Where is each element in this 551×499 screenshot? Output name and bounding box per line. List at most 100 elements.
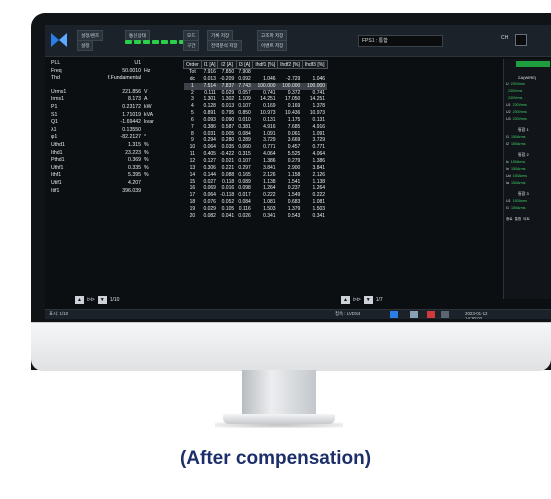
measurement-unit: ° xyxy=(144,134,147,141)
range-label: I2 xyxy=(506,142,509,146)
table-row[interactable]: 6 0.093 0.090 0.010 0.131 1.175 0.131 xyxy=(184,117,328,124)
table-cell: 0.891 xyxy=(203,110,216,117)
table-row[interactable]: 3 1.301 1.302 1.109 14.251 17.050 14.251 xyxy=(184,96,328,103)
range-label: U2 xyxy=(506,110,511,114)
right-section-1: 통합 1 xyxy=(518,127,529,132)
table-cell: 14.251 xyxy=(309,96,326,103)
table-cell: 7.514 xyxy=(201,82,218,90)
right-button-3[interactable]: 비트 xyxy=(523,217,530,222)
range-value: 150Arms xyxy=(512,199,527,203)
page-up-button[interactable]: ▲ xyxy=(75,296,84,304)
measurement-unit: V xyxy=(144,88,148,95)
table-cell: 0.306 xyxy=(203,164,216,171)
range-row: Ia 150Arms xyxy=(504,180,551,187)
table-row[interactable]: dc 0.013 -0.209 0.092 1.046 -2.729 1.046 xyxy=(184,76,328,83)
table-cell: 4.916 xyxy=(312,123,326,130)
usb-icon xyxy=(410,311,418,318)
table-cell: 0.386 xyxy=(203,123,216,130)
table-cell: 0.035 xyxy=(221,144,235,151)
table-row[interactable]: 1 7.514 7.837 7.743 100.000 100.000 100.000 xyxy=(183,82,328,90)
table-row[interactable]: 4 0.128 0.013 0.107 0.169 0.169 1.378 xyxy=(184,103,328,110)
ch-checkbox[interactable] xyxy=(515,34,527,46)
tool-button-2[interactable]: 설정 xyxy=(77,40,94,52)
table-row[interactable]: 20 0.082 0.041 0.026 0.341 0.543 0.341 xyxy=(184,213,328,220)
right-button-1[interactable]: 종료 xyxy=(506,217,513,222)
column-header[interactable]: Ihdf1 [%] xyxy=(252,60,279,69)
table-cell: 0.041 xyxy=(221,212,235,219)
table-cell: 1 xyxy=(183,82,202,90)
table-cell: 1.503 xyxy=(263,205,276,212)
table-cell: 10.973 xyxy=(260,110,276,117)
table-cell: 0.064 xyxy=(203,192,216,199)
interval-button[interactable]: 구간 xyxy=(183,40,200,52)
table-cell: 0.127 xyxy=(203,157,216,164)
table-row[interactable]: 10 0.064 0.035 0.060 0.771 0.457 0.771 xyxy=(184,144,328,151)
table-row[interactable]: 19 0.029 0.105 0.116 1.503 1.379 1.503 xyxy=(184,206,328,213)
measurement-unit: kVA xyxy=(144,111,154,118)
table-cell: 1.158 xyxy=(287,171,301,178)
measurement-label: Utif1 xyxy=(51,179,62,186)
range-value: 230Vrms xyxy=(512,110,527,114)
column-header[interactable]: I3 [A] xyxy=(235,60,254,69)
table-row[interactable]: 14 0.144 0.088 0.165 2.126 1.158 2.126 xyxy=(184,172,328,179)
range-label: U xyxy=(506,82,509,86)
table-page-up-button[interactable]: ▲ xyxy=(341,296,350,304)
fps-select[interactable]: FPS1 : 통합 xyxy=(358,35,443,47)
table-cell: 1.138 xyxy=(263,178,276,185)
table-cell: 17.050 xyxy=(285,96,301,103)
table-row[interactable]: 5 0.891 0.795 0.850 10.973 10.436 10.973 xyxy=(184,110,328,117)
event-save-button[interactable]: 이벤트 저장 xyxy=(257,40,288,52)
column-header[interactable]: Order xyxy=(183,60,202,69)
table-row[interactable]: 12 0.127 0.021 0.107 1.386 0.279 1.386 xyxy=(184,158,328,165)
right-button-2[interactable]: 통합 xyxy=(515,217,522,222)
table-cell: 0.089 xyxy=(238,178,251,185)
table-cell: 0.341 xyxy=(312,212,326,219)
measurement-value: f.Fundamental xyxy=(107,75,141,82)
page-down-button[interactable]: ▼ xyxy=(97,296,107,304)
column-header[interactable]: I2 [A] xyxy=(217,60,237,69)
table-row[interactable]: Tot 7.916 7.850 7.908 xyxy=(184,69,328,76)
table-cell: 0.084 xyxy=(238,130,251,137)
measurement-unit: % xyxy=(144,149,149,156)
column-header[interactable]: Ihdf3 [%] xyxy=(301,60,328,69)
column-header[interactable]: Ihdf2 [%] xyxy=(277,60,303,69)
table-cell: 0.017 xyxy=(238,192,251,199)
table-cell: 0.587 xyxy=(221,123,235,130)
table-cell: 9 xyxy=(191,137,194,144)
table-row[interactable]: 15 0.027 0.118 0.089 1.138 1.541 1.138 xyxy=(184,179,328,186)
table-cell: 19 xyxy=(189,205,196,212)
table-row[interactable]: 9 0.294 0.280 0.289 3.729 3.669 3.729 xyxy=(184,137,328,144)
column-header[interactable]: I1 [A] xyxy=(200,60,219,69)
table-cell: 0.027 xyxy=(203,178,216,185)
table-row[interactable]: 7 0.386 0.587 0.381 4.916 7.685 4.916 xyxy=(184,124,328,131)
measurement-row: S1 1.71019 kVA xyxy=(51,112,179,120)
table-row[interactable]: 11 0.405 -0.422 0.315 4.064 5.525 4.064 xyxy=(184,151,328,158)
measurement-label: S1 xyxy=(51,111,58,118)
measurement-label: λ1 xyxy=(51,126,57,133)
table-cell: Tot xyxy=(189,69,196,75)
table-row[interactable]: 17 0.064 -0.118 0.017 0.222 1.549 0.222 xyxy=(184,192,328,199)
measurement-row: Freq 50.0010 Hz xyxy=(51,68,179,76)
range-label: In xyxy=(506,167,509,171)
table-row[interactable]: 18 0.076 0.052 0.084 1.081 0.683 1.081 xyxy=(184,199,328,206)
measurement-label: Ithd1 xyxy=(51,149,63,156)
power-save-button[interactable]: 전력분석 저장 xyxy=(207,40,242,52)
table-cell: 0.294 xyxy=(203,137,216,144)
table-page-down-button[interactable]: ▼ xyxy=(363,296,373,304)
measurement-row: Thd f.Fundamental xyxy=(51,75,179,83)
table-cell: 0.111 xyxy=(204,89,216,96)
table-cell: 15 xyxy=(189,178,196,185)
status-bar: 표시: 1/10 접속 : LVDS4 2023-01-12 14:30:02 xyxy=(45,309,551,319)
table-row[interactable]: 2 0.111 0.029 0.057 0.741 0.372 0.741 xyxy=(184,90,328,97)
table-row[interactable]: 13 0.306 0.221 0.297 3.841 2.900 3.841 xyxy=(184,165,328,172)
table-cell: 13 xyxy=(189,164,196,171)
table-cell: 0.315 xyxy=(238,151,251,158)
table-cell: 0.076 xyxy=(203,199,216,206)
table-row[interactable]: 8 0.031 0.005 0.084 1.091 0.061 1.091 xyxy=(184,131,328,138)
table-cell: 0.131 xyxy=(263,116,276,123)
measurement-row: λ1 0.13550 xyxy=(51,127,179,135)
measurement-row: Ithf1 5.395% xyxy=(51,172,179,180)
monitor-chin xyxy=(31,322,551,371)
table-cell: 0.128 xyxy=(203,103,216,110)
table-row[interactable]: 16 0.069 0.016 0.098 1.264 0.237 1.264 xyxy=(184,185,328,192)
